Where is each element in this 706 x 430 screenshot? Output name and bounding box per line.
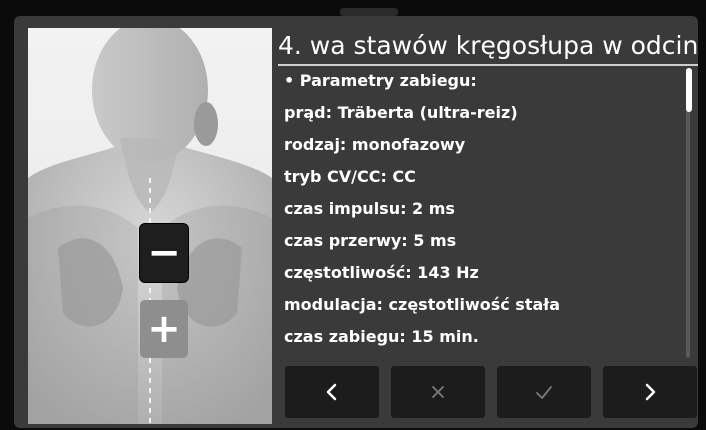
procedure-params-list[interactable]: • Parametry zabiegu: prąd: Träberta (ult… <box>284 68 684 356</box>
param-mode: tryb CV/CC: CC <box>284 167 416 186</box>
chevron-left-icon <box>326 383 337 401</box>
zoom-in-button[interactable]: + <box>140 300 188 358</box>
param-frequency: częstotliwość: 143 Hz <box>284 263 479 282</box>
param-pulse-time: czas impulsu: 2 ms <box>284 199 455 218</box>
params-header: • Parametry zabiegu: <box>284 71 477 90</box>
anatomy-image-panel: − + <box>28 28 272 424</box>
next-button[interactable] <box>603 366 697 418</box>
param-pause-time: czas przerwy: 5 ms <box>284 231 457 250</box>
zoom-out-button[interactable]: − <box>140 224 188 282</box>
param-duration: czas zabiegu: 15 min. <box>284 327 479 346</box>
minus-icon: − <box>147 230 181 276</box>
param-type: rodzaj: monofazowy <box>284 135 466 154</box>
params-scrollbar-thumb[interactable] <box>686 68 692 112</box>
plus-icon: + <box>147 306 181 352</box>
chevron-right-icon <box>645 383 656 401</box>
cancel-button[interactable] <box>391 366 485 418</box>
title-divider <box>278 64 698 66</box>
device-frame: − + 4. wa stawów kręgosłupa w odcinku • … <box>0 0 706 430</box>
confirm-button[interactable] <box>497 366 591 418</box>
previous-button[interactable] <box>285 366 379 418</box>
procedure-title: 4. wa stawów kręgosłupa w odcinku <box>278 31 698 60</box>
check-icon <box>536 386 552 399</box>
param-modulation: modulacja: częstotliwość stała <box>284 295 561 314</box>
top-notch <box>340 8 398 16</box>
x-icon <box>432 386 444 398</box>
param-current: prąd: Träberta (ultra-reiz) <box>284 103 518 122</box>
screen: − + 4. wa stawów kręgosłupa w odcinku • … <box>14 16 698 428</box>
